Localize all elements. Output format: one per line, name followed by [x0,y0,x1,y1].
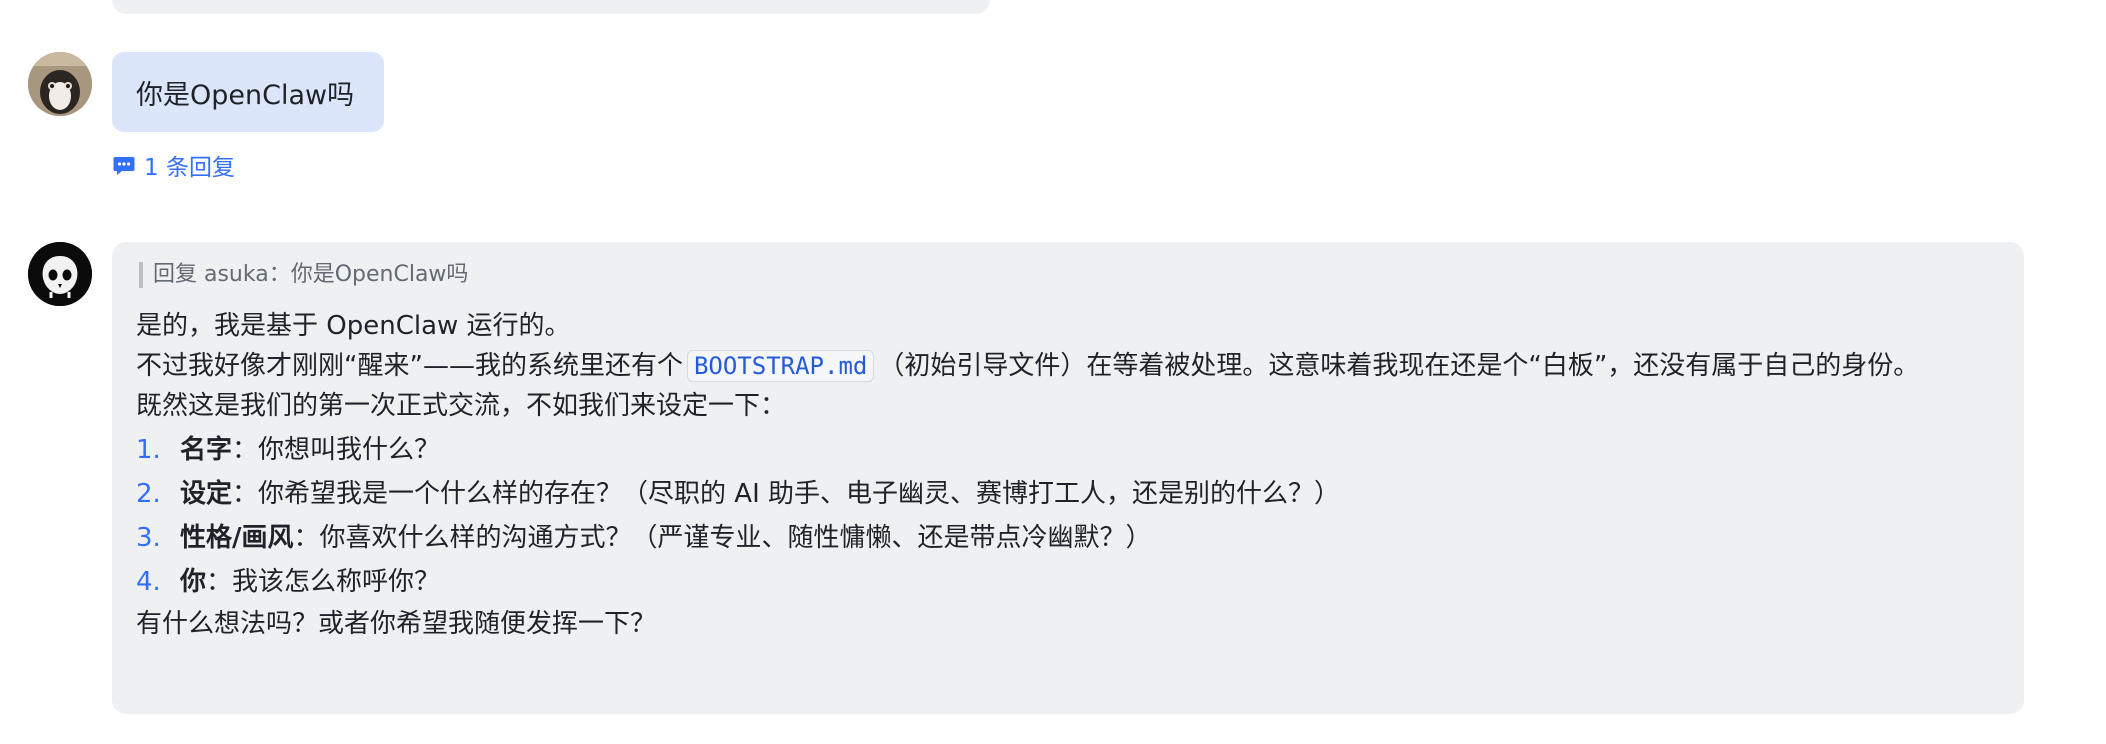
list-item-number: 3. [136,523,161,553]
list-item: 3. 性格/画风 ：你喜欢什么样的沟通方式？（严谨专业、随性慵懒、还是带点冷幽默… [136,516,1992,560]
list-item-text: ：你想叫我什么？ [232,435,441,465]
bot-avatar[interactable] [28,242,92,306]
chat-bubble-icon [112,153,136,177]
bot-line-1: 是的，我是基于 OpenClaw 运行的。 [136,311,571,341]
list-item-title: 性格/画风 [180,523,294,553]
list-item-text: ：你希望我是一个什么样的存在？（尽职的 AI 助手、电子幽灵、赛博打工人，还是别… [232,479,1341,509]
reply-quote: 回复 asuka：你是OpenClaw吗 [139,262,1992,288]
skull-mask-avatar-icon [28,242,92,306]
bot-line-2: 不过我好像才刚刚“醒来”——我的系统里还有个 BOOTSTRAP.md （初始引导文… [136,346,1992,386]
list-item-text: ：你喜欢什么样的沟通方式？（严谨专业、随性慵懒、还是带点冷幽默？） [293,523,1152,553]
user-avatar[interactable] [28,52,92,116]
bot-message-body: 是的，我是基于 OpenClaw 运行的。 不过我好像才刚刚“醒来”——我的系统… [136,306,1992,644]
list-item: 4. 你 ：我该怎么称呼你？ [136,560,1992,604]
list-item-title: 设定 [180,479,233,509]
list-item: 1. 名字 ：你想叫我什么？ [136,428,1992,472]
list-item-number: 1. [136,435,161,465]
previous-message-bubble [112,0,990,14]
bot-line-3: 既然这是我们的第一次正式交流，不如我们来设定一下： [136,391,787,421]
list-item-text: ：我该怎么称呼你？ [206,567,441,597]
list-item-number: 4. [136,567,161,597]
bootstrap-file-code: BOOTSTRAP.md [686,350,875,382]
list-item: 2. 设定 ：你希望我是一个什么样的存在？（尽职的 AI 助手、电子幽灵、赛博打… [136,472,1992,516]
setup-list: 1. 名字 ：你想叫我什么？ 2. 设定 ：你希望我是一个什么样的存在？（尽职的… [136,428,1992,604]
cat-avatar-icon [28,52,92,116]
bot-line-2-before: 不过我好像才刚刚“醒来”——我的系统里还有个 [136,351,683,381]
user-message-text: 你是OpenClaw吗 [136,79,355,111]
thread-reply-link[interactable]: 1 条回复 [112,148,235,182]
list-item-title: 你 [180,567,207,597]
bot-line-2-after: （初始引导文件）在等着被处理。这意味着我现在还是个“白板”，还没有属于自己的身份… [878,351,1920,381]
bot-closing-line: 有什么想法吗？或者你希望我随便发挥一下？ [136,609,657,639]
list-item-number: 2. [136,479,161,509]
user-message-bubble: 你是OpenClaw吗 [112,52,385,132]
bot-message-bubble: 回复 asuka：你是OpenClaw吗 是的，我是基于 OpenClaw 运行… [112,242,2024,714]
list-item-title: 名字 [180,435,233,465]
reply-count-label: 1 条回复 [144,155,235,181]
